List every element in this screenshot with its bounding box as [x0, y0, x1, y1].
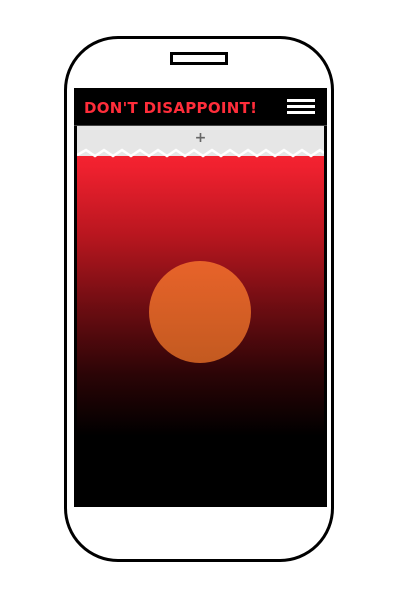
zigzag-line: [77, 148, 324, 158]
menu-line: [287, 99, 315, 102]
main-content: +: [77, 126, 324, 507]
zigzag-edge: [77, 148, 324, 158]
menu-line: [287, 111, 315, 114]
hamburger-menu-icon[interactable]: [287, 99, 315, 115]
menu-line: [287, 105, 315, 108]
phone-screen: DON'T DISAPPOINT! +: [74, 88, 327, 507]
phone-speaker: [170, 52, 228, 65]
page: DON'T DISAPPOINT! +: [0, 0, 400, 600]
app-title: DON'T DISAPPOINT!: [84, 99, 258, 117]
plus-icon[interactable]: +: [77, 130, 324, 146]
app-header: DON'T DISAPPOINT!: [74, 88, 327, 126]
orange-circle: [149, 261, 251, 363]
